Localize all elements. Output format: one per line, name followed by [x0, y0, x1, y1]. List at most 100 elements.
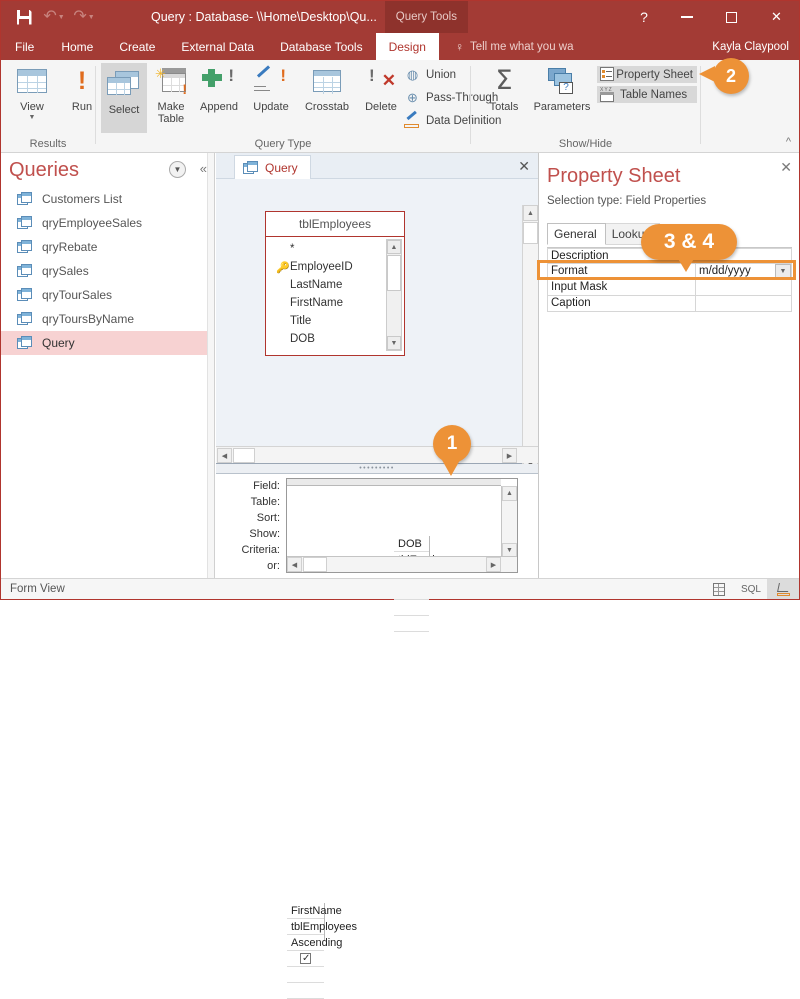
redo-dropdown-icon[interactable]: ▼: [88, 14, 95, 21]
nav-item-qrysales[interactable]: qrySales: [1, 259, 214, 283]
parameters-button[interactable]: ? Parameters: [527, 63, 597, 113]
tab-home[interactable]: Home: [48, 33, 106, 60]
select-query-button[interactable]: Select: [101, 63, 147, 133]
qbe-horizontal-scrollbar[interactable]: ◀ ▶: [287, 556, 517, 572]
tab-design[interactable]: Design: [375, 33, 439, 60]
scroll-down-icon[interactable]: ▼: [387, 336, 401, 350]
field-row[interactable]: *: [276, 240, 404, 258]
document-tab-query[interactable]: Query: [234, 155, 311, 179]
sql-view-button[interactable]: SQL: [735, 579, 767, 599]
qbe-label-sort: Sort:: [256, 512, 280, 524]
restore-button[interactable]: [709, 1, 754, 33]
field-row[interactable]: FirstName: [276, 294, 404, 312]
query-object-icon: [17, 288, 33, 302]
callout-tail: [677, 257, 695, 272]
datasheet-view-icon: [713, 582, 725, 596]
field-list-scrollbar[interactable]: ▲ ▼: [386, 239, 402, 351]
qbe-cell-or[interactable]: [287, 983, 324, 999]
scroll-up-icon[interactable]: ▲: [502, 486, 517, 501]
scroll-right-icon[interactable]: ▶: [502, 448, 517, 463]
close-property-sheet-button[interactable]: ✕: [780, 159, 792, 176]
collapse-ribbon-button[interactable]: ^: [786, 136, 791, 148]
nav-item-customers-list[interactable]: Customers List: [1, 187, 214, 211]
update-query-button[interactable]: ! Update: [248, 63, 294, 113]
property-sheet-button[interactable]: Property Sheet: [597, 66, 697, 83]
scroll-left-icon[interactable]: ◀: [287, 557, 302, 572]
nav-item-qryrebate[interactable]: qryRebate: [1, 235, 214, 259]
property-name: Input Mask: [548, 280, 696, 295]
save-button[interactable]: [9, 3, 39, 31]
append-query-button[interactable]: ! Append: [196, 63, 242, 113]
qbe-cell-criteria[interactable]: [394, 600, 429, 616]
qbe-cell-table[interactable]: tblEmployees: [287, 919, 357, 935]
nav-pane-scrollbar[interactable]: [207, 153, 214, 578]
double-chevron-left-icon[interactable]: «: [200, 161, 207, 176]
field-row[interactable]: 🔑 EmployeeID: [276, 258, 404, 276]
make-table-query-button[interactable]: ✳ ! Make Table: [148, 63, 194, 125]
scroll-up-icon[interactable]: ▲: [387, 240, 401, 254]
close-button[interactable]: ✕: [754, 1, 799, 33]
close-document-button[interactable]: ✕: [518, 158, 530, 175]
nav-item-query[interactable]: Query: [1, 331, 214, 355]
scrollbar-thumb[interactable]: [303, 557, 327, 572]
qbe-column-selector-row[interactable]: [287, 479, 501, 486]
table-field-list-tblemployees[interactable]: tblEmployees * 🔑 EmployeeID LastName Firs…: [265, 211, 405, 356]
view-dropdown-icon[interactable]: ▼: [9, 114, 55, 121]
undo-button[interactable]: ↶ ▼: [39, 3, 69, 31]
view-button[interactable]: View ▼: [9, 63, 55, 121]
canvas-vertical-scrollbar[interactable]: ▲ ▼: [522, 205, 538, 473]
property-row-caption[interactable]: Caption: [547, 296, 792, 312]
field-row[interactable]: DOB: [276, 330, 404, 348]
union-button[interactable]: ◍ Union: [404, 67, 456, 82]
scroll-up-icon[interactable]: ▲: [523, 205, 538, 221]
totals-button[interactable]: Σ Totals: [481, 63, 527, 113]
qbe-cell-sort[interactable]: Ascending: [287, 935, 342, 951]
callout-3-and-4: 3 & 4: [641, 224, 737, 272]
crosstab-query-icon: [299, 63, 355, 99]
nav-item-qryemployeesales[interactable]: qryEmployeeSales: [1, 211, 214, 235]
restore-icon: [726, 11, 737, 23]
scroll-left-icon[interactable]: ◀: [217, 448, 232, 463]
redo-button[interactable]: ↷ ▼: [69, 3, 99, 31]
user-account-label[interactable]: Kayla Claypool: [712, 33, 789, 60]
property-row-input-mask[interactable]: Input Mask: [547, 280, 792, 296]
qbe-cell-field[interactable]: DOB: [394, 536, 429, 552]
tab-general[interactable]: General: [547, 223, 606, 245]
tab-file[interactable]: File: [1, 33, 48, 60]
table-names-button[interactable]: XYZ Table Names: [597, 86, 697, 103]
scrollbar-thumb[interactable]: [523, 222, 538, 244]
scroll-right-icon[interactable]: ▶: [486, 557, 501, 572]
tab-database-tools[interactable]: Database Tools: [267, 33, 376, 60]
chevron-down-icon[interactable]: ▼: [169, 161, 186, 178]
tab-create[interactable]: Create: [106, 33, 168, 60]
canvas-horizontal-scrollbar[interactable]: ◀ ▶: [216, 446, 538, 463]
design-grid-splitter[interactable]: •••••••••: [216, 464, 538, 474]
scrollbar-thumb[interactable]: [233, 448, 255, 463]
qbe-cell-field[interactable]: FirstName: [287, 903, 342, 919]
nav-item-qrytoursales[interactable]: qryTourSales: [1, 283, 214, 307]
property-value[interactable]: [696, 280, 791, 295]
undo-dropdown-icon[interactable]: ▼: [58, 14, 65, 21]
field-row[interactable]: LastName: [276, 276, 404, 294]
nav-item-label: qryToursByName: [42, 312, 135, 326]
minimize-button[interactable]: [664, 1, 709, 33]
tell-me-search[interactable]: ♀ Tell me what you wa: [455, 33, 574, 60]
query-design-canvas[interactable]: tblEmployees * 🔑 EmployeeID LastName Firs…: [216, 179, 538, 473]
qbe-cell-show[interactable]: [287, 951, 324, 967]
design-view-button[interactable]: [767, 579, 799, 599]
scrollbar-thumb[interactable]: [387, 255, 401, 291]
view-switcher: SQL: [703, 579, 799, 599]
qbe-cell-or[interactable]: [394, 616, 429, 632]
qbe-vertical-scrollbar[interactable]: ▲ ▼: [501, 486, 517, 558]
qbe-cell-criteria[interactable]: [287, 967, 324, 983]
tab-external-data[interactable]: External Data: [168, 33, 267, 60]
append-query-icon: !: [196, 63, 242, 99]
delete-query-button[interactable]: ! ✕ Delete: [358, 63, 404, 113]
show-checkbox[interactable]: [300, 951, 311, 967]
crosstab-query-button[interactable]: Crosstab: [299, 63, 355, 113]
property-value[interactable]: [696, 296, 791, 311]
nav-item-qrytoursbyname[interactable]: qryToursByName: [1, 307, 214, 331]
help-button[interactable]: ?: [624, 1, 664, 33]
field-row[interactable]: Title: [276, 312, 404, 330]
datasheet-view-button[interactable]: [703, 579, 735, 599]
